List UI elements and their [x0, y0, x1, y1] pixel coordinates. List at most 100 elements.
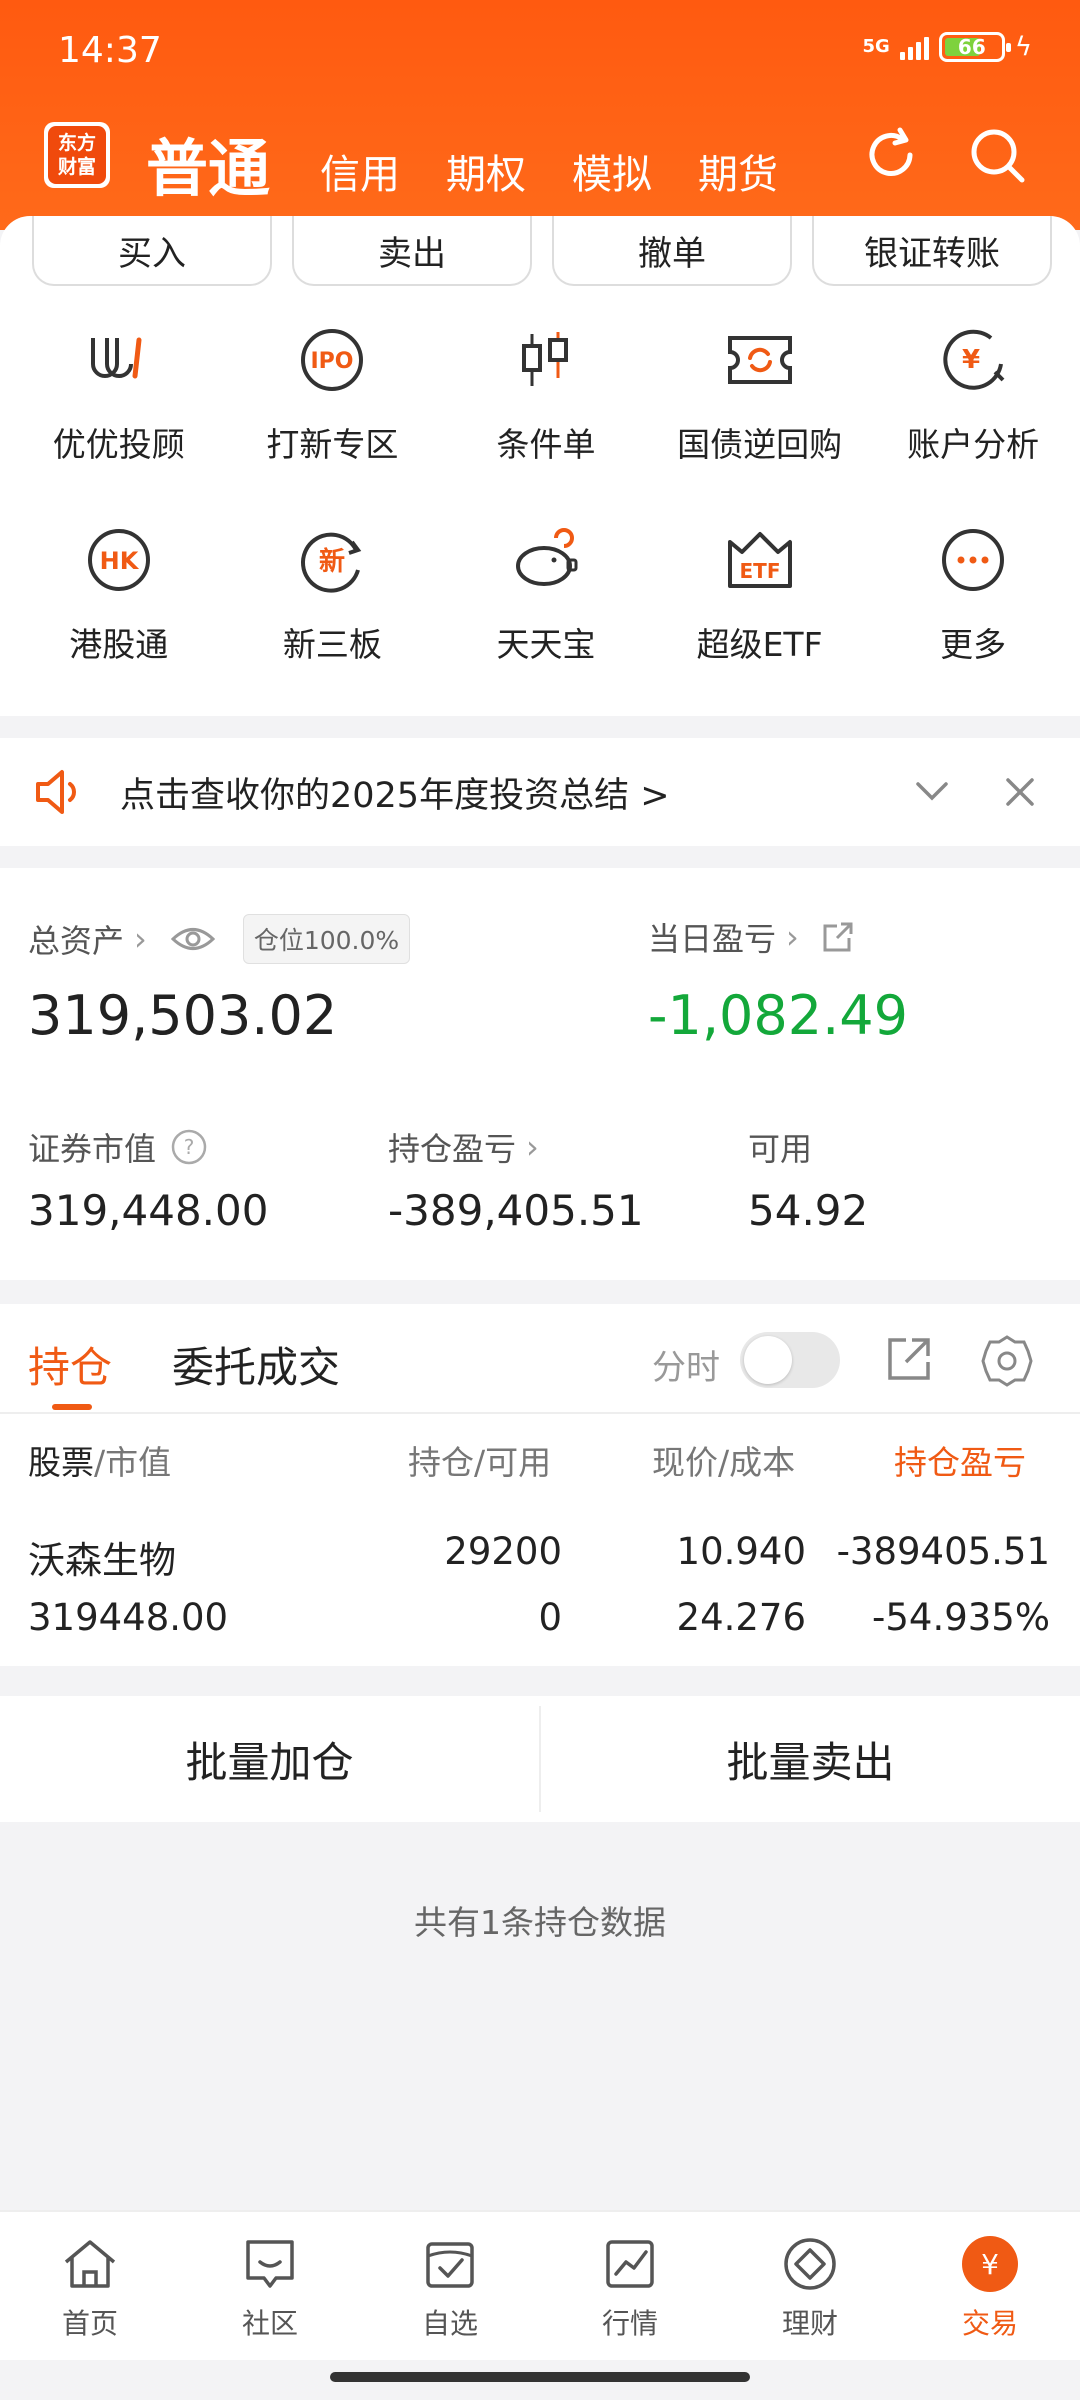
daily-pl-header[interactable]: 当日盈亏 ›: [648, 914, 855, 960]
svg-text:HK: HK: [99, 547, 139, 575]
feature-label: 港股通: [69, 625, 169, 664]
nav-watchlist[interactable]: 自选: [360, 2212, 540, 2360]
timeshare-toggle[interactable]: [740, 1332, 840, 1388]
neeq-icon: 新: [301, 532, 362, 593]
feature-tiantianbao[interactable]: 天天宝: [439, 510, 653, 710]
nav-label: 首页: [61, 2307, 118, 2340]
ipo-icon: IPO: [301, 329, 364, 391]
feature-label: 更多: [940, 625, 1007, 664]
timeshare-label: 分时: [652, 1348, 720, 1388]
bank-transfer-button[interactable]: 银证转账: [812, 216, 1052, 286]
signal-icon: [899, 34, 929, 60]
position-qty: 29200: [444, 1530, 562, 1573]
col-header-position: 持仓/可用: [408, 1443, 552, 1482]
feature-hk-connect[interactable]: HK 港股通: [12, 510, 226, 710]
trade-icon: ¥: [962, 2236, 1018, 2292]
eye-icon[interactable]: [170, 924, 215, 954]
feature-ipo[interactable]: IPO 打新专区: [226, 310, 440, 510]
holding-pl-header[interactable]: 持仓盈亏 ›: [388, 1124, 539, 1170]
feature-label: 打新专区: [266, 425, 399, 464]
hk-connect-icon: HK: [87, 529, 150, 591]
available-label: 可用: [748, 1130, 813, 1168]
tab-credit[interactable]: 信用: [320, 142, 400, 200]
app-header: 14:37 5G 66 ϟ 东方 财富 普通 信用 期权 模拟 期货: [0, 0, 1080, 230]
nav-wealth[interactable]: 理财: [720, 2212, 900, 2360]
total-assets-header[interactable]: 总资产 › 仓位100.0%: [28, 914, 411, 964]
chevron-right-icon: ›: [786, 918, 799, 956]
wealth-icon: [784, 2238, 836, 2290]
position-ratio-badge: 仓位100.0%: [242, 914, 411, 964]
feature-reverse-repo[interactable]: 国债逆回购: [653, 310, 867, 510]
notice-text: 点击查收你的2025年度投资总结 >: [120, 775, 670, 816]
available-qty: 0: [538, 1596, 562, 1639]
status-time: 14:37: [58, 30, 162, 71]
holding-pl-pct: -54.935%: [872, 1596, 1050, 1639]
feature-label: 新三板: [282, 625, 382, 664]
tab-futures[interactable]: 期货: [698, 142, 778, 200]
feature-super-etf[interactable]: ETF 超级ETF: [653, 510, 867, 710]
charging-icon: ϟ: [1014, 32, 1032, 62]
chevron-right-icon: ›: [134, 920, 147, 958]
market-value-header: 证券市值 ?: [28, 1124, 208, 1170]
nav-community[interactable]: 社区: [180, 2212, 360, 2360]
col-header-price: 现价/成本: [652, 1443, 796, 1482]
market-value: 319,448.00: [28, 1186, 269, 1235]
stock-name: 沃森生物: [28, 1539, 176, 1582]
tab-options[interactable]: 期权: [446, 142, 526, 200]
app-logo[interactable]: 东方 财富: [44, 122, 110, 188]
nav-label: 社区: [241, 2307, 298, 2340]
watchlist-icon: [426, 2242, 474, 2288]
svg-text:¥: ¥: [981, 2248, 999, 2281]
tab-orders-trades[interactable]: 委托成交: [172, 1334, 340, 1395]
account-analysis-icon: ¥: [943, 329, 1005, 390]
feature-condition-order[interactable]: 条件单: [439, 310, 653, 510]
tab-positions[interactable]: 持仓: [28, 1334, 112, 1395]
refresh-icon[interactable]: [858, 122, 924, 188]
close-icon[interactable]: [1002, 774, 1038, 810]
annual-summary-notice[interactable]: 点击查收你的2025年度投资总结 >: [0, 738, 1080, 846]
sell-button[interactable]: 卖出: [292, 216, 532, 286]
bulk-sell-button[interactable]: 批量卖出: [541, 1696, 1080, 1822]
daily-pl-value: -1,082.49: [648, 984, 908, 1047]
holding-pl: -389405.51: [836, 1530, 1050, 1573]
home-indicator[interactable]: [330, 2372, 750, 2382]
feature-label: 超级ETF: [696, 625, 823, 664]
holdings-section: 持仓 委托成交 分时 股票/市值 持仓/可用 现价/成本 持仓盈亏 沃森生物 3…: [0, 1304, 1080, 1666]
nav-home[interactable]: 首页: [0, 2212, 180, 2360]
battery-level: 66: [957, 35, 986, 59]
col-header-pl[interactable]: 持仓盈亏: [894, 1436, 1034, 1484]
community-icon: [246, 2240, 294, 2288]
feature-uu-advisor[interactable]: 优优投顾: [12, 310, 226, 510]
nav-label: 自选: [421, 2307, 478, 2340]
tab-simulation[interactable]: 模拟: [572, 142, 652, 200]
nav-trade[interactable]: ¥ 交易: [900, 2212, 1080, 2360]
buy-button[interactable]: 买入: [32, 216, 272, 286]
chevron-right-icon: ›: [526, 1128, 539, 1166]
feature-grid: 优优投顾 IPO 打新专区 条件单 国债逆回购 ¥ 账户分析 HK 港股通 新 …: [0, 310, 1080, 710]
feature-label: 账户分析: [907, 425, 1040, 464]
feature-account-analysis[interactable]: ¥ 账户分析: [866, 310, 1080, 510]
nav-label: 理财: [781, 2307, 838, 2340]
total-assets-value: 319,503.02: [28, 984, 338, 1047]
gear-icon[interactable]: [980, 1334, 1034, 1388]
chevron-down-icon[interactable]: [912, 776, 952, 806]
bulk-add-button[interactable]: 批量加仓: [0, 1696, 539, 1822]
share-icon[interactable]: [821, 920, 855, 954]
etf-icon: ETF: [727, 532, 792, 588]
condition-order-icon: [521, 332, 568, 386]
help-icon[interactable]: ?: [170, 1128, 208, 1166]
nav-market[interactable]: 行情: [540, 2212, 720, 2360]
home-icon: [64, 2240, 116, 2288]
feature-more[interactable]: 更多: [866, 510, 1080, 710]
tab-normal[interactable]: 普通: [146, 118, 270, 208]
market-value-label: 证券市值: [28, 1130, 157, 1168]
stock-market-value: 319448.00: [28, 1596, 229, 1639]
holding-pl-label: 持仓盈亏: [388, 1130, 517, 1168]
trade-actions: 买入 卖出 撤单 银证转账: [32, 216, 1052, 286]
external-link-icon[interactable]: [884, 1334, 934, 1384]
col-header-stock: 股票/市值: [28, 1436, 171, 1484]
feature-neeq[interactable]: 新 新三板: [226, 510, 440, 710]
cancel-order-button[interactable]: 撤单: [552, 216, 792, 286]
bulk-actions: 批量加仓 批量卖出: [0, 1696, 1080, 1822]
search-icon[interactable]: [964, 122, 1030, 188]
